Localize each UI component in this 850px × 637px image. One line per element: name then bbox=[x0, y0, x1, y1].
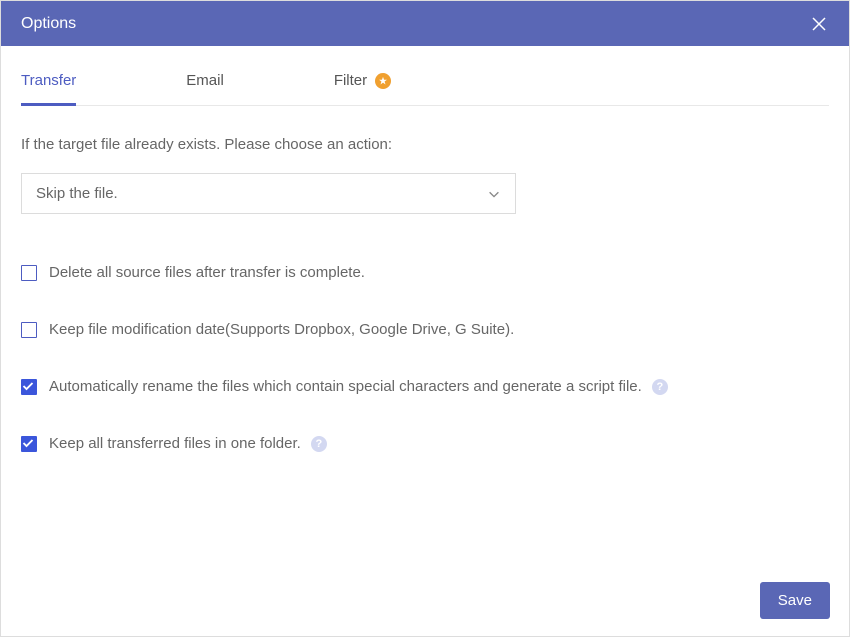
action-prompt: If the target file already exists. Pleas… bbox=[21, 136, 829, 153]
checkbox-keep-modification-date[interactable] bbox=[21, 322, 37, 338]
close-icon[interactable] bbox=[809, 14, 829, 34]
dialog-footer: Save bbox=[760, 582, 830, 619]
dialog-content: Transfer Email Filter If the target file… bbox=[1, 56, 849, 452]
checkbox-label: Keep file modification date(Supports Dro… bbox=[49, 321, 514, 338]
help-icon[interactable]: ? bbox=[311, 436, 327, 452]
checkbox-label: Automatically rename the files which con… bbox=[49, 378, 642, 395]
tab-filter[interactable]: Filter bbox=[334, 56, 391, 105]
tab-label: Filter bbox=[334, 72, 367, 89]
select-value: Skip the file. bbox=[36, 185, 118, 202]
checkbox-keep-one-folder[interactable] bbox=[21, 436, 37, 452]
help-icon[interactable]: ? bbox=[652, 379, 668, 395]
option-keep-one-folder: Keep all transferred files in one folder… bbox=[21, 435, 829, 452]
tab-panel-transfer: If the target file already exists. Pleas… bbox=[21, 106, 829, 452]
star-badge-icon bbox=[375, 73, 391, 89]
checkbox-label: Keep all transferred files in one folder… bbox=[49, 435, 301, 452]
tab-transfer[interactable]: Transfer bbox=[21, 56, 76, 105]
option-auto-rename: Automatically rename the files which con… bbox=[21, 378, 829, 395]
tab-label: Transfer bbox=[21, 72, 76, 89]
tab-email[interactable]: Email bbox=[186, 56, 224, 105]
checkbox-auto-rename[interactable] bbox=[21, 379, 37, 395]
option-delete-source: Delete all source files after transfer i… bbox=[21, 264, 829, 281]
tab-label: Email bbox=[186, 72, 224, 89]
action-select-wrapper: Skip the file. bbox=[21, 173, 516, 214]
dialog-header: Options bbox=[1, 1, 849, 46]
option-keep-modification-date: Keep file modification date(Supports Dro… bbox=[21, 321, 829, 338]
checkbox-label: Delete all source files after transfer i… bbox=[49, 264, 365, 281]
tabs: Transfer Email Filter bbox=[21, 56, 829, 106]
chevron-down-icon bbox=[487, 187, 501, 201]
dialog-title: Options bbox=[21, 15, 76, 33]
checkbox-delete-source[interactable] bbox=[21, 265, 37, 281]
save-button[interactable]: Save bbox=[760, 582, 830, 619]
action-select[interactable]: Skip the file. bbox=[21, 173, 516, 214]
